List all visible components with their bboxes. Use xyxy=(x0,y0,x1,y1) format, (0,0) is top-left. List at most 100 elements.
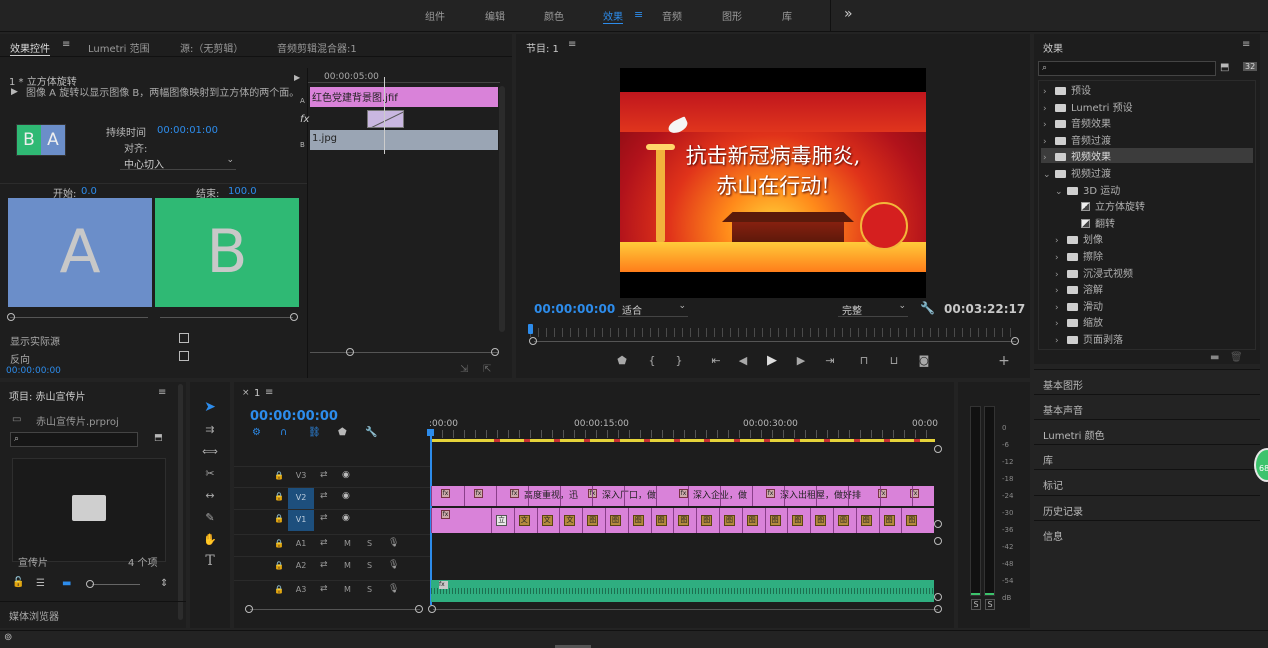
sequence-name[interactable]: 1 xyxy=(254,388,260,399)
program-scrollbar[interactable] xyxy=(534,341,1016,342)
v1-clip-thumbnail[interactable]: 图 xyxy=(587,515,599,526)
clip-edit-point[interactable] xyxy=(880,486,881,506)
clip-edit-point[interactable] xyxy=(513,508,515,533)
clip-edit-point[interactable] xyxy=(688,486,689,506)
slip-tool-icon[interactable]: ↔ xyxy=(200,486,220,504)
tab-effect-controls[interactable]: 效果控件 xyxy=(10,40,50,56)
sort-icon[interactable]: ⇕ xyxy=(160,578,168,589)
v1-clip-thumbnail[interactable]: 图 xyxy=(632,515,644,526)
mini-clip-b[interactable]: 1.jpg xyxy=(310,130,498,150)
microphone-icon[interactable]: 🎙 xyxy=(388,584,399,594)
v1-clip-thumbnail[interactable]: 图 xyxy=(746,515,758,526)
project-search-input[interactable]: ⌕ xyxy=(10,432,138,447)
chevron-right-icon[interactable]: › xyxy=(1055,303,1067,313)
chevron-down-icon[interactable]: ⌄ xyxy=(1055,187,1067,197)
chevron-right-icon[interactable]: › xyxy=(1055,286,1067,296)
status-icon[interactable]: ⊚ xyxy=(4,632,12,643)
clip-edit-point[interactable] xyxy=(816,486,817,506)
start-slider-handle[interactable] xyxy=(7,313,15,321)
chevron-right-icon[interactable]: › xyxy=(1043,153,1055,163)
effects-tree-item[interactable]: › 缩放 xyxy=(1055,314,1103,329)
v1-clip-thumbnail[interactable]: 图 xyxy=(815,515,827,526)
effects-tree-item[interactable]: › 视频效果 xyxy=(1043,148,1111,163)
effects-tree-item[interactable]: › 擦除 xyxy=(1055,248,1103,263)
bin-thumbnail[interactable] xyxy=(12,458,166,562)
clip-edit-point[interactable] xyxy=(536,508,538,533)
go-to-out-icon[interactable]: ⇥ xyxy=(823,355,837,366)
track-select-tool-icon[interactable]: ⇉ xyxy=(200,420,220,438)
effects-tree-item[interactable]: › 音频效果 xyxy=(1043,115,1111,130)
clip-edit-point[interactable] xyxy=(787,508,789,533)
sync-lock-icon[interactable]: ⇄ xyxy=(320,513,328,523)
chevron-down-icon[interactable]: ⌄ xyxy=(1043,170,1055,180)
v1-clip-thumbnail[interactable]: 图 xyxy=(678,515,690,526)
sync-lock-icon[interactable]: ⇄ xyxy=(320,560,328,570)
reverse-checkbox[interactable] xyxy=(179,351,189,361)
add-marker-icon[interactable]: ⬟ xyxy=(338,427,347,438)
end-slider[interactable] xyxy=(160,317,293,318)
sync-lock-icon[interactable]: ⇄ xyxy=(320,538,328,548)
effects-tree-item[interactable]: ⌄ 3D 运动 xyxy=(1055,182,1120,197)
solo-left-button[interactable]: S xyxy=(971,599,981,610)
v1-clip-thumbnail[interactable]: 图 xyxy=(769,515,781,526)
video-vscroll-top-handle[interactable] xyxy=(934,445,942,453)
track-target-v3[interactable]: V3 xyxy=(288,471,314,483)
clip-edit-point[interactable] xyxy=(582,508,584,533)
export-frame-icon[interactable]: ◙ xyxy=(917,355,931,366)
workspace-tab-editing[interactable]: 编辑 xyxy=(485,8,505,23)
timeline-playhead-head[interactable] xyxy=(427,429,434,436)
project-vscroll[interactable] xyxy=(178,384,183,620)
timeline-hscroll-right-handle[interactable] xyxy=(415,605,423,613)
chevron-right-icon[interactable]: › xyxy=(1055,236,1067,246)
clip-edit-point[interactable] xyxy=(855,508,857,533)
v1-clip-thumbnail[interactable]: 图 xyxy=(792,515,804,526)
nest-toggle-icon[interactable]: ⚙ xyxy=(252,427,261,438)
start-value[interactable]: 0.0 xyxy=(81,186,97,197)
tab-source[interactable]: 源:（无剪辑） xyxy=(180,40,243,55)
effects-tree-item[interactable]: › Lumetri 预设 xyxy=(1043,99,1133,114)
workspace-tab-graphics[interactable]: 图形 xyxy=(722,8,742,23)
effects-tree-item[interactable]: › 预设 xyxy=(1043,82,1091,97)
clip-edit-point[interactable] xyxy=(592,486,593,506)
lock-track-icon[interactable]: 🔒 xyxy=(274,514,284,523)
clip-edit-point[interactable] xyxy=(810,508,812,533)
effects-tree-item[interactable]: 立方体旋转 xyxy=(1067,198,1145,213)
zoom-slider-handle[interactable] xyxy=(86,580,94,588)
project-menu-icon[interactable]: ≡ xyxy=(158,387,166,398)
clip-edit-point[interactable] xyxy=(650,508,652,533)
clip-edit-point[interactable] xyxy=(741,508,743,533)
mark-in-icon[interactable]: { xyxy=(646,355,658,366)
align-dropdown[interactable]: 中心切入 ⌄ xyxy=(120,154,236,171)
button-editor-plus-icon[interactable]: + xyxy=(997,354,1011,368)
lock-track-icon[interactable]: 🔒 xyxy=(274,561,284,570)
clip-edit-point[interactable] xyxy=(720,486,721,506)
solo-button[interactable]: S xyxy=(367,539,372,548)
audio-vscroll-bottom-handle[interactable] xyxy=(934,593,942,601)
mini-hscroll-right-handle[interactable] xyxy=(491,348,499,356)
v1-clip-thumbnail[interactable]: 文 xyxy=(541,515,553,526)
chevron-right-icon[interactable]: › xyxy=(1043,87,1055,97)
sync-lock-icon[interactable]: ⇄ xyxy=(320,491,328,501)
wrench-icon[interactable]: 🔧 xyxy=(920,301,935,315)
track-target-a1[interactable]: A1 xyxy=(288,539,314,551)
solo-right-button[interactable]: S xyxy=(985,599,995,610)
chevron-right-icon[interactable]: › xyxy=(1055,336,1067,346)
workspace-tab-libraries[interactable]: 库 xyxy=(782,8,792,23)
effects-tree-item[interactable]: › 滑动 xyxy=(1055,298,1103,313)
sync-lock-icon[interactable]: ⇄ xyxy=(320,584,328,594)
clip-edit-point[interactable] xyxy=(696,508,698,533)
sequence-menu-icon[interactable]: ≡ xyxy=(265,387,273,398)
mute-button[interactable]: M xyxy=(344,539,351,548)
quality-dropdown[interactable]: 完整 ⌄ xyxy=(838,301,908,317)
clip-edit-point[interactable] xyxy=(833,508,834,533)
timeline-track-scroll-right-handle[interactable] xyxy=(934,605,942,613)
lock-track-icon[interactable]: 🔒 xyxy=(274,492,284,501)
side-panel-section[interactable]: 信息 xyxy=(1034,519,1260,545)
effects-tree-item[interactable]: ⌄ 视频过渡 xyxy=(1043,165,1111,180)
eye-icon[interactable]: ◉ xyxy=(342,470,350,480)
tab-lumetri-scopes[interactable]: Lumetri 范围 xyxy=(88,40,150,55)
clip-edit-point[interactable] xyxy=(528,486,529,506)
clip-edit-point[interactable] xyxy=(673,508,675,533)
effects-tree-item[interactable]: › 音频过渡 xyxy=(1043,132,1111,147)
effects-tree-item[interactable]: 翻转 xyxy=(1067,215,1115,230)
